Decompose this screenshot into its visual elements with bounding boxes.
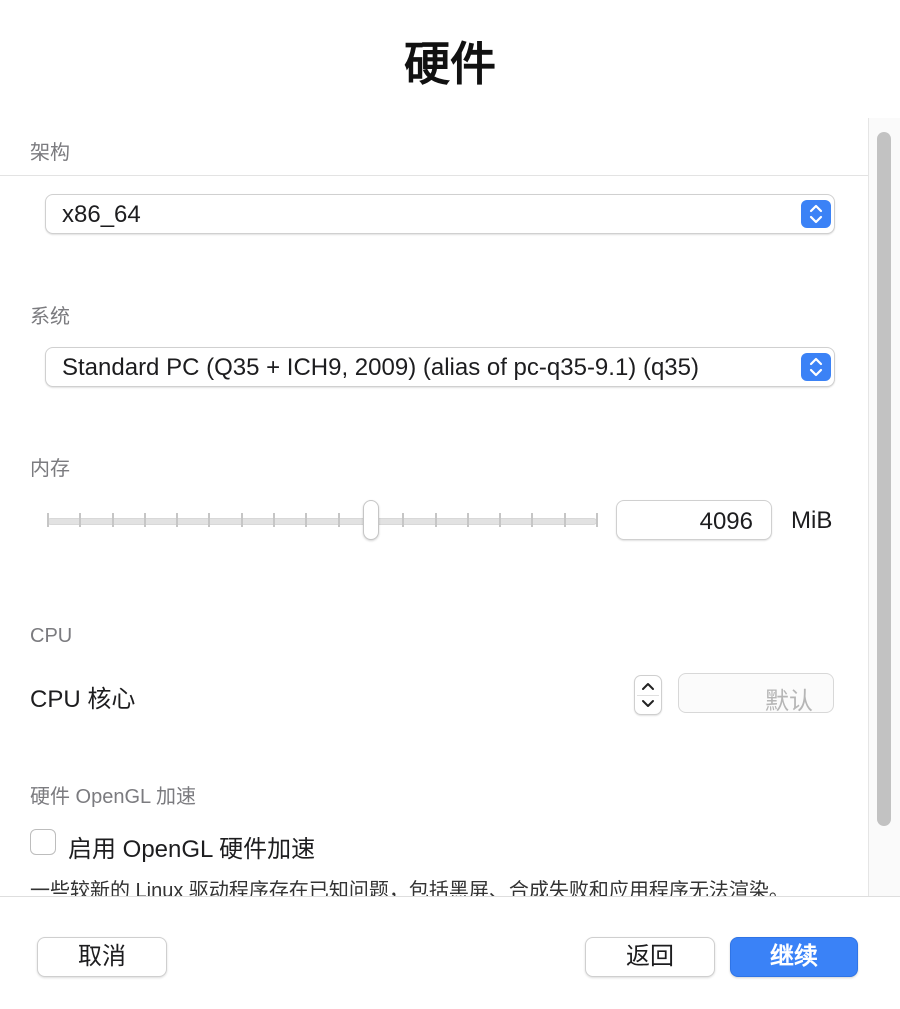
system-value: Standard PC (Q35 + ICH9, 2009) (alias of… [62, 354, 699, 381]
cpu-cores-stepper[interactable] [634, 675, 662, 715]
slider-tick [273, 513, 276, 527]
slider-tick [563, 513, 566, 527]
memory-slider-track[interactable] [47, 518, 597, 525]
opengl-checkbox[interactable] [30, 829, 56, 855]
button-bar: 取消 返回 继续 [0, 896, 900, 1009]
cancel-button[interactable]: 取消 [37, 937, 167, 977]
popup-chevrons-icon [801, 200, 831, 228]
slider-tick [466, 513, 469, 527]
slider-tick [176, 513, 179, 527]
system-popup[interactable]: Standard PC (Q35 + ICH9, 2009) (alias of… [45, 347, 835, 387]
slider-tick [208, 513, 211, 527]
system-label: 系统 [30, 306, 70, 328]
slider-tick [337, 513, 340, 527]
slider-tick [111, 513, 114, 527]
slider-tick [434, 513, 437, 527]
architecture-label: 架构 [30, 142, 70, 164]
vertical-scrollbar[interactable] [868, 118, 900, 896]
opengl-note: 一些较新的 Linux 驱动程序存在已知问题，包括黑屏、合成失败和应用程序无法渲… [30, 880, 789, 896]
cpu-cores-placeholder: 默认 [765, 688, 813, 715]
opengl-section-label: 硬件 OpenGL 加速 [30, 786, 196, 808]
slider-tick [499, 513, 502, 527]
memory-unit: MiB [791, 507, 833, 534]
continue-button[interactable]: 继续 [730, 937, 858, 977]
slider-tick [47, 513, 49, 527]
scrollbar-thumb[interactable] [877, 132, 891, 826]
back-button[interactable]: 返回 [585, 937, 715, 977]
slider-tick [143, 513, 146, 527]
memory-slider-knob[interactable] [362, 500, 379, 540]
architecture-value: x86_64 [62, 201, 141, 228]
slider-tick [531, 513, 534, 527]
cpu-cores-input[interactable]: 默认 [678, 673, 834, 715]
slider-tick [240, 513, 243, 527]
slider-tick [596, 513, 598, 527]
slider-tick [305, 513, 308, 527]
memory-value: 4096 [699, 508, 753, 535]
cpu-cores-label: CPU 核心 [30, 686, 136, 713]
note-clip: 一些较新的 Linux 驱动程序存在已知问题，包括黑屏、合成失败和应用程序无法渲… [0, 868, 868, 896]
slider-tick [79, 513, 82, 527]
section-divider [0, 175, 868, 176]
slider-tick [402, 513, 405, 527]
cpu-section-label: CPU [30, 625, 73, 647]
popup-chevrons-icon [801, 353, 831, 381]
memory-input[interactable]: 4096 [616, 500, 772, 540]
window-title: 硬件 [404, 38, 496, 90]
memory-label: 内存 [30, 458, 70, 480]
architecture-popup[interactable]: x86_64 [45, 194, 835, 234]
opengl-checkbox-label[interactable]: 启用 OpenGL 硬件加速 [68, 829, 315, 864]
